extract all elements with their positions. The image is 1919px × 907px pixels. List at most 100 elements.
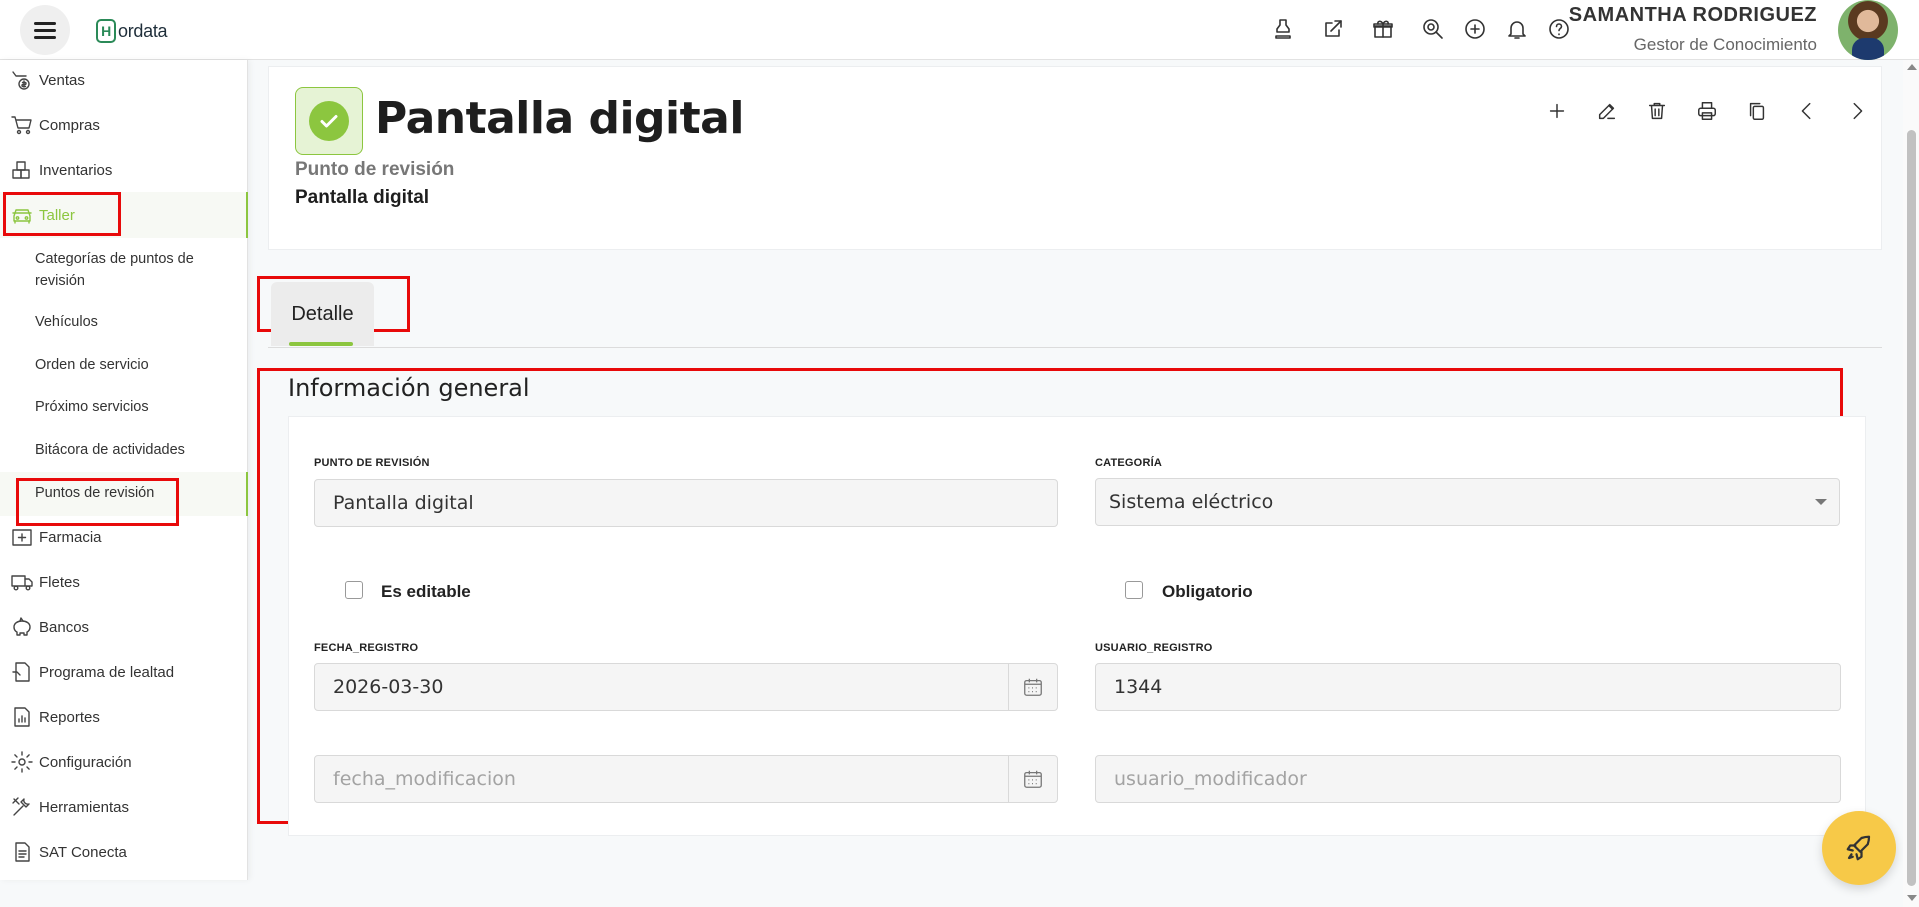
record-type-label: Punto de revisión [295,159,455,180]
sidebar-item-reportes[interactable]: Reportes [8,699,100,735]
chevron-down-icon [1815,499,1827,505]
trash-icon[interactable] [1643,97,1671,125]
sidebar-item-compras[interactable]: Compras [8,107,100,143]
usuario-registro-label: USUARIO_REGISTRO [1095,642,1213,654]
scroll-down-icon[interactable] [1907,895,1917,901]
record-header: Pantalla digital Punto de revisión Panta… [268,66,1882,250]
sidebar-item-farmacia[interactable]: Farmacia [8,519,102,555]
sidebar-item-label: SAT Conecta [39,843,127,861]
boxes-icon [8,156,36,184]
sidebar-item-label: Herramientas [39,798,130,816]
top-bar: H ordata SAMANTHA RODRIGUEZ Gestor de Co… [0,0,1919,60]
sidebar-item-label: Farmacia [39,528,102,546]
piggy-bank-icon [8,613,36,641]
logo-text: ordata [118,20,168,41]
bell-icon[interactable] [1502,14,1532,44]
page-title: Pantalla digital [375,93,744,144]
page-scrollbar[interactable] [1903,60,1919,907]
print-icon[interactable] [1693,97,1721,125]
general-info-form: PUNTO DE REVISIÓN Pantalla digital CATEG… [288,416,1866,836]
gear-icon [8,748,36,776]
sidebar-item-label: Inventarios [39,161,113,179]
tools-icon [8,793,36,821]
edit-icon[interactable] [1593,97,1621,125]
categoria-label: CATEGORÍA [1095,457,1162,469]
sidebar-subitem-vehiculos[interactable]: Vehículos [35,311,225,333]
sidebar-item-label: Compras [39,116,100,134]
sidebar-item-label: Bancos [39,618,90,636]
calendar-icon[interactable] [1008,755,1058,803]
obligatorio-checkbox[interactable] [1125,581,1143,599]
scroll-thumb[interactable] [1907,130,1916,886]
sales-icon [8,66,36,94]
app-logo[interactable]: H ordata [96,19,168,43]
avatar[interactable] [1838,0,1898,60]
chevron-right-icon[interactable] [1843,97,1871,125]
sidebar-item-ventas[interactable]: Ventas [8,62,85,98]
add-circle-icon[interactable] [1460,14,1490,44]
truck-icon [8,568,36,596]
cart-icon [8,111,36,139]
fecha-registro-label: FECHA_REGISTRO [314,642,419,654]
sidebar-subitem-categorias[interactable]: Categorías de puntos de revisión [35,248,225,292]
usuario-modificador-input[interactable]: usuario_modificador [1095,755,1841,803]
tabs-divider [268,347,1882,348]
sidebar-subitem-bitacora[interactable]: Bitácora de actividades [35,439,225,461]
record-actions [1521,97,1871,125]
report-icon [8,703,36,731]
calendar-icon[interactable] [1008,663,1058,711]
punto-revision-input[interactable]: Pantalla digital [314,479,1058,527]
copy-icon[interactable] [1743,97,1771,125]
usuario-registro-input[interactable]: 1344 [1095,663,1841,711]
tab-detalle[interactable]: Detalle [271,282,374,346]
fecha-modificacion-input[interactable]: fecha_modificacion [314,755,1010,803]
hamburger-menu-icon[interactable] [20,5,70,55]
categoria-select[interactable]: Sistema eléctrico [1095,478,1840,526]
search-zoom-icon[interactable] [1418,14,1448,44]
sidebar-item-sat-conecta[interactable]: SAT Conecta [8,834,127,870]
fecha-registro-input[interactable]: 2026-03-30 [314,663,1010,711]
sidebar-item-configuracion[interactable]: Configuración [8,744,132,780]
stamp-icon[interactable] [1268,14,1298,44]
rocket-icon [1846,835,1871,861]
loyalty-icon [8,658,36,686]
sidebar-item-fletes[interactable]: Fletes [8,564,80,600]
external-link-icon[interactable] [1318,14,1348,44]
status-check-icon [295,87,363,155]
user-role: Gestor de Conocimiento [1633,35,1817,54]
logo-mark-icon: H [96,19,116,43]
es-editable-checkbox[interactable] [345,581,363,599]
document-icon [8,838,36,866]
scroll-up-icon[interactable] [1907,64,1917,70]
sidebar-subitem-puntos-revision[interactable]: Puntos de revisión [35,482,225,504]
rocket-fab-button[interactable] [1822,811,1896,885]
sidebar-subitem-orden-servicio[interactable]: Orden de servicio [35,354,225,376]
sidebar-item-lealtad[interactable]: Programa de lealtad [8,654,174,690]
sidebar-item-label: Fletes [39,573,80,591]
sidebar-item-label: Reportes [39,708,100,726]
sidebar-item-taller[interactable]: Taller [8,197,75,233]
sidebar-item-inventarios[interactable]: Inventarios [8,152,112,188]
gift-icon[interactable] [1368,14,1398,44]
sidebar-item-herramientas[interactable]: Herramientas [8,789,129,825]
chevron-left-icon[interactable] [1793,97,1821,125]
obligatorio-label: Obligatorio [1162,582,1253,601]
sidebar-item-label: Programa de lealtad [39,663,175,681]
sidebar-item-label: Configuración [39,753,132,771]
sidebar-item-label: Taller [39,206,75,224]
sidebar-item-label: Ventas [39,71,85,89]
sidebar-item-bancos[interactable]: Bancos [8,609,89,645]
add-icon[interactable] [1543,97,1571,125]
top-icons [1268,14,1586,44]
sidebar: Ventas Compras Inventarios Taller Catego… [0,60,248,880]
punto-revision-label: PUNTO DE REVISIÓN [314,457,430,469]
categoria-selected-value: Sistema eléctrico [1109,491,1274,513]
car-icon [8,201,36,229]
user-name: SAMANTHA RODRIGUEZ [1568,4,1817,26]
section-title: Información general [288,374,530,402]
pharmacy-icon [8,523,36,551]
sidebar-subitem-proximo-servicios[interactable]: Próximo servicios [35,396,225,418]
es-editable-label: Es editable [381,582,471,601]
tab-active-indicator [289,342,353,346]
record-name: Pantalla digital [295,187,430,208]
